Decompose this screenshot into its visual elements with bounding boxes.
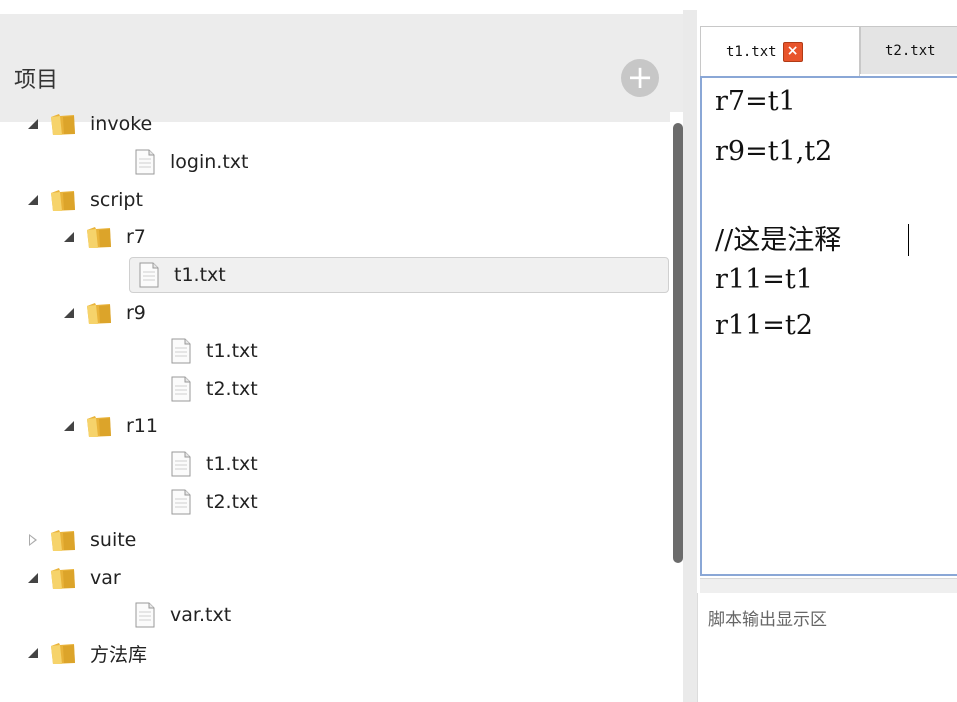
tree-scrollbar-thumb[interactable]: [673, 123, 683, 563]
expand-arrow-icon[interactable]: [62, 419, 76, 433]
tree-file-row[interactable]: t1.txt: [129, 257, 669, 294]
tree-item-label: login.txt: [170, 150, 249, 173]
editor-line[interactable]: //这是注释: [715, 218, 841, 257]
tree-item-label: t1.txt: [174, 264, 226, 287]
tree-folder-row[interactable]: 方法库: [26, 635, 147, 671]
tree-item-label: 方法库: [90, 643, 148, 666]
folder-icon: [50, 566, 76, 590]
top-strip: [0, 0, 957, 10]
tree-file-row[interactable]: t2.txt: [170, 484, 258, 520]
tree-folder-row[interactable]: r7: [62, 219, 146, 255]
expand-arrow-icon[interactable]: [26, 646, 40, 660]
expand-arrow-icon[interactable]: [26, 571, 40, 585]
tree-file-row[interactable]: login.txt: [134, 144, 248, 180]
editor-line[interactable]: r7=t1: [715, 86, 796, 117]
output-placeholder: 脚本输出显示区: [708, 610, 827, 630]
project-tree: invoke login.txt script r7 t1.txt r9 t1.txt t2.…: [0, 112, 670, 702]
tree-item-label: t2.txt: [206, 377, 258, 400]
folder-icon: [50, 528, 76, 552]
tree-file-row[interactable]: t1.txt: [170, 446, 258, 482]
editor-line[interactable]: r11=t2: [715, 310, 813, 341]
tree-folder-row[interactable]: var: [26, 560, 121, 596]
editor-output-splitter[interactable]: [700, 578, 957, 594]
folder-icon: [50, 641, 76, 665]
tree-item-label: var.txt: [170, 604, 232, 627]
file-icon: [138, 262, 160, 288]
script-output-area: 脚本输出显示区: [697, 593, 957, 702]
expand-arrow-icon[interactable]: [62, 230, 76, 244]
editor-tab[interactable]: t2.txt: [860, 26, 957, 74]
file-icon: [170, 489, 192, 515]
tree-item-label: invoke: [90, 113, 153, 135]
script-editor[interactable]: r7=t1 r9=t1,t2 //这是注释 r11=t1 r11=t2: [700, 76, 957, 576]
expand-arrow-icon[interactable]: [26, 117, 40, 131]
tree-folder-row[interactable]: script: [26, 182, 143, 218]
tree-file-row[interactable]: t2.txt: [170, 371, 258, 407]
tree-folder-row[interactable]: invoke: [26, 106, 152, 142]
editor-tab[interactable]: t1.txt ×: [700, 26, 860, 76]
editor-tab-label: t1.txt: [726, 43, 777, 60]
tree-item-label: t1.txt: [206, 453, 258, 476]
expand-arrow-icon[interactable]: [26, 193, 40, 207]
tree-item-label: script: [90, 188, 143, 211]
text-caret: [908, 224, 909, 256]
folder-icon: [86, 225, 112, 249]
project-panel-title: 项目: [14, 68, 59, 93]
folder-icon: [86, 301, 112, 325]
folder-icon: [86, 414, 112, 438]
editor-line[interactable]: r11=t1: [715, 264, 813, 295]
folder-icon: [50, 112, 76, 136]
file-icon: [134, 602, 156, 628]
tree-file-row[interactable]: t1.txt: [170, 333, 258, 369]
tree-item-label: suite: [90, 528, 137, 551]
file-icon: [170, 451, 192, 477]
tree-item-label: r7: [126, 226, 146, 249]
add-project-button[interactable]: +: [621, 59, 659, 97]
folder-icon: [50, 188, 76, 212]
tree-item-label: t1.txt: [206, 339, 258, 362]
tree-folder-row[interactable]: suite: [26, 522, 136, 558]
tree-item-label: var: [90, 566, 121, 589]
close-tab-icon[interactable]: ×: [782, 41, 803, 62]
tree-file-row[interactable]: var.txt: [134, 597, 231, 633]
editor-tab-label: t2.txt: [885, 42, 936, 59]
editor-line[interactable]: r9=t1,t2: [715, 136, 832, 167]
tree-item-label: t2.txt: [206, 491, 258, 513]
panel-divider[interactable]: [683, 10, 697, 702]
collapse-arrow-icon[interactable]: [26, 533, 40, 547]
file-icon: [170, 338, 192, 364]
file-icon: [134, 149, 156, 175]
tree-folder-row[interactable]: r11: [62, 408, 158, 444]
tree-item-label: r9: [126, 302, 146, 324]
file-icon: [170, 376, 192, 402]
editor-tab-bar: t1.txt × t2.txt: [697, 26, 957, 76]
tree-item-label: r11: [126, 415, 158, 438]
expand-arrow-icon[interactable]: [62, 306, 76, 320]
tree-folder-row[interactable]: r9: [62, 295, 146, 331]
